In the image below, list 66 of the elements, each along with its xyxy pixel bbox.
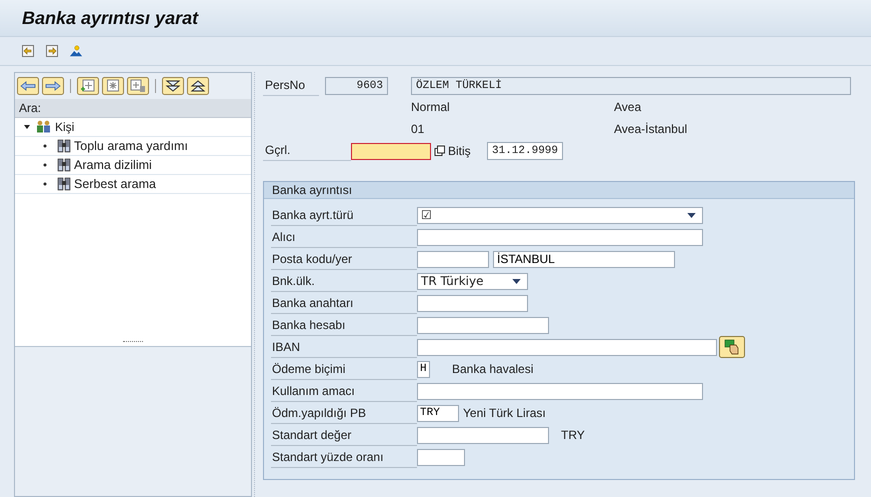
- field-label: Standart değer: [271, 424, 417, 446]
- dropdown-field[interactable]: TR Türkiye: [417, 272, 528, 290]
- previous-page-icon[interactable]: [21, 44, 35, 58]
- splitter-handle[interactable]: [123, 341, 143, 345]
- section-title: Banka ayrıntısı: [272, 183, 352, 197]
- input-field[interactable]: İSTANBUL: [493, 250, 675, 268]
- tree-item[interactable]: Kişi: [55, 120, 74, 134]
- field-label: Banka hesabı: [271, 314, 417, 336]
- asterisk-sheet-icon[interactable]: [102, 77, 124, 95]
- binoculars-icon: [57, 177, 71, 191]
- field-label: Bitiş: [448, 144, 472, 158]
- field-label: IBAN: [271, 336, 417, 358]
- new-entry-icon[interactable]: [77, 77, 99, 95]
- dropdown-arrow-icon[interactable]: [512, 278, 521, 284]
- info-text: Avea: [614, 100, 642, 114]
- input-field[interactable]: [417, 228, 703, 246]
- window-title: Banka ayrıntısı yarat: [22, 8, 198, 28]
- input-field[interactable]: H: [417, 360, 430, 378]
- copy-icon[interactable]: [434, 145, 446, 157]
- input-field[interactable]: TRY: [417, 404, 459, 422]
- tree-item[interactable]: Toplu arama yardımı: [74, 139, 188, 153]
- employee-name-field: ÖZLEM TÜRKELİ: [411, 77, 851, 95]
- landscape-icon[interactable]: [69, 44, 83, 58]
- field-label: Ödm.yapıldığı PB: [271, 402, 417, 424]
- description-text: Yeni Türk Lirası: [463, 406, 546, 420]
- input-field[interactable]: [417, 426, 549, 444]
- tree-item[interactable]: Arama dizilimi: [74, 158, 152, 172]
- field-label: Banka anahtarı: [271, 292, 417, 314]
- bullet-icon: [43, 163, 47, 167]
- field-label: Posta kodu/yer: [271, 248, 417, 270]
- delete-entry-icon[interactable]: [127, 77, 149, 95]
- bullet-icon: [43, 144, 47, 148]
- field-label: Kullanım amacı: [271, 380, 417, 402]
- validate-button[interactable]: [719, 336, 745, 358]
- expand-all-icon[interactable]: [162, 77, 184, 95]
- field-label: Alıcı: [271, 226, 417, 248]
- dropdown-arrow-icon[interactable]: [687, 212, 696, 218]
- binoculars-icon: [57, 139, 71, 153]
- input-field[interactable]: [417, 294, 528, 312]
- field-label: Banka ayrt.türü: [271, 204, 417, 226]
- info-text: 01: [411, 122, 426, 136]
- start-date-field[interactable]: [351, 142, 431, 160]
- people-icon: [35, 120, 53, 134]
- end-date-field: 31.12.9999: [487, 142, 564, 160]
- next-page-icon[interactable]: [45, 44, 59, 58]
- bullet-icon: [43, 182, 47, 186]
- tree-item[interactable]: Serbest arama: [74, 177, 156, 191]
- description-text: TRY: [561, 428, 585, 442]
- panel-heading: Ara:: [15, 99, 251, 118]
- dropdown-field[interactable]: ☑: [417, 206, 703, 224]
- info-text: Normal: [411, 100, 451, 114]
- personnel-number-field: 9603: [325, 77, 388, 95]
- description-text: Banka havalesi: [452, 362, 534, 376]
- collapse-all-icon[interactable]: [187, 77, 209, 95]
- input-field[interactable]: [417, 448, 465, 466]
- binoculars-icon: [57, 158, 71, 172]
- input-field[interactable]: [417, 382, 703, 400]
- expanded-caret-icon[interactable]: [23, 123, 31, 131]
- info-text: Avea-İstanbul: [614, 122, 688, 136]
- field-label: Bnk.ülk.: [271, 270, 417, 292]
- input-field[interactable]: [417, 338, 717, 356]
- field-label: Standart yüzde oranı: [271, 446, 417, 468]
- field-label: PersNo: [263, 76, 319, 96]
- input-field[interactable]: [417, 316, 549, 334]
- field-label: Ödeme biçimi: [271, 358, 417, 380]
- input-field[interactable]: [417, 250, 489, 268]
